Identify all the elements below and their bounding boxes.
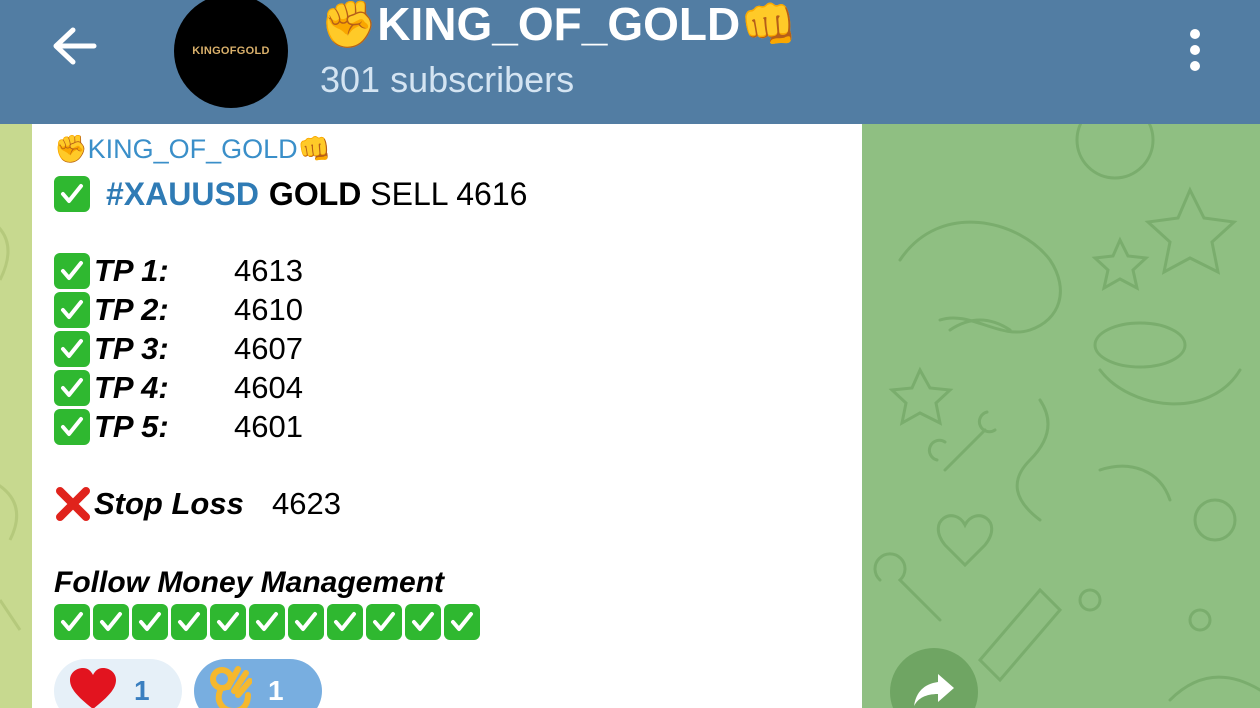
check-mark-button-icon <box>405 604 441 640</box>
take-profit-row: TP 1: 4613 <box>54 252 303 290</box>
reaction-heart[interactable]: 1 <box>54 659 182 708</box>
check-mark-button-icon <box>132 604 168 640</box>
asset-name: GOLD <box>268 175 362 212</box>
signal-headline: #XAUUSD GOLD SELL 4616 <box>54 174 527 214</box>
stop-loss-row: Stop Loss 4623 <box>54 484 341 524</box>
more-vertical-icon <box>1190 29 1200 39</box>
check-mark-button-icon <box>54 370 90 406</box>
check-mark-button-icon <box>54 604 90 640</box>
take-profit-value: 4607 <box>234 331 303 366</box>
reaction-count: 1 <box>134 675 150 706</box>
heart-icon <box>68 667 118 708</box>
more-vertical-icon-dot <box>1190 61 1200 71</box>
reaction-count: 1 <box>268 675 284 706</box>
stop-loss-label: Stop Loss <box>94 486 244 521</box>
check-mark-button-icon <box>444 604 480 640</box>
check-mark-button-icon <box>54 292 90 328</box>
check-mark-button-icon <box>366 604 402 640</box>
channel-avatar[interactable]: KINGOFGOLD <box>174 0 288 108</box>
money-management-note: Follow Money Management <box>54 566 445 599</box>
take-profit-value: 4604 <box>234 370 303 405</box>
check-marks-row <box>54 602 483 642</box>
take-profit-label: TP 5: <box>94 409 169 444</box>
share-arrow-icon <box>912 670 956 708</box>
check-mark-button-icon <box>54 176 90 212</box>
check-mark-button-icon <box>249 604 285 640</box>
check-mark-button-icon <box>327 604 363 640</box>
take-profit-value: 4601 <box>234 409 303 444</box>
channel-title[interactable]: ✊KING_OF_GOLD👊 <box>320 0 797 52</box>
check-mark-button-icon <box>54 409 90 445</box>
take-profit-row: TP 5: 4601 <box>54 408 303 446</box>
cross-mark-icon <box>54 485 92 523</box>
avatar-logo-text: KINGOFGOLD <box>192 45 270 57</box>
stop-loss-value: 4623 <box>272 486 341 521</box>
take-profit-label: TP 1: <box>94 253 169 288</box>
signal-text: SELL 4616 <box>361 175 528 212</box>
take-profit-label: TP 2: <box>94 292 169 327</box>
message-author[interactable]: ✊KING_OF_GOLD👊 <box>54 132 331 166</box>
take-profit-row: TP 2: 4610 <box>54 291 303 329</box>
check-mark-button-icon <box>288 604 324 640</box>
message-bubble[interactable]: ✊KING_OF_GOLD👊 #XAUUSD GOLD SELL 4616 TP… <box>32 124 862 708</box>
chat-header: KINGOFGOLD ✊KING_OF_GOLD👊 301 subscriber… <box>0 0 1260 124</box>
hashtag-link[interactable]: #XAUUSD <box>106 176 259 213</box>
more-vertical-icon-dot <box>1190 45 1200 55</box>
subscriber-count: 301 subscribers <box>320 59 575 100</box>
check-mark-button-icon <box>171 604 207 640</box>
take-profit-value: 4610 <box>234 292 303 327</box>
check-mark-button-icon <box>210 604 246 640</box>
ok-hand-icon <box>208 665 253 708</box>
take-profit-row: TP 4: 4604 <box>54 369 303 407</box>
back-button[interactable] <box>44 22 104 74</box>
take-profit-row: TP 3: 4607 <box>54 330 303 368</box>
take-profit-label: TP 4: <box>94 370 169 405</box>
chat-screen: KINGOFGOLD ✊KING_OF_GOLD👊 301 subscriber… <box>0 0 1260 708</box>
check-mark-button-icon <box>54 253 90 289</box>
more-options-button[interactable] <box>1170 22 1220 78</box>
check-mark-button-icon <box>93 604 129 640</box>
take-profit-label: TP 3: <box>94 331 169 366</box>
check-mark-button-icon <box>54 331 90 367</box>
arrow-left-icon <box>51 26 97 70</box>
take-profit-value: 4613 <box>234 253 303 288</box>
reaction-ok-hand[interactable]: 1 <box>194 659 322 708</box>
